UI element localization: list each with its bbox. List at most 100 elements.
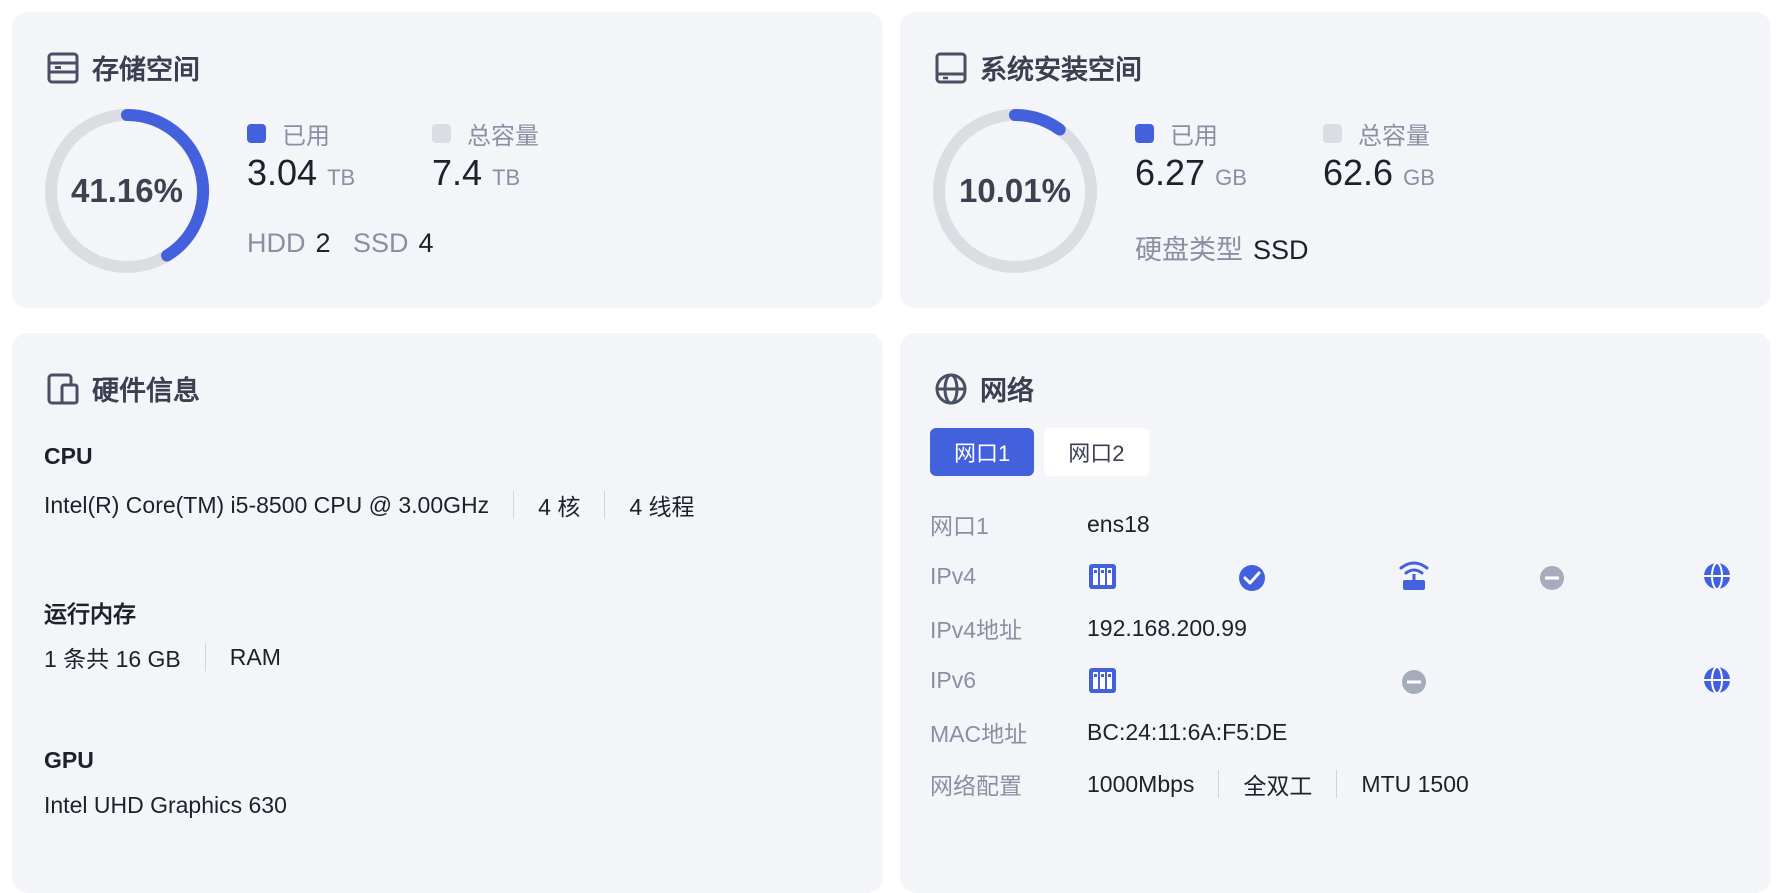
total-swatch: [432, 124, 451, 143]
ipv6-row: IPv6: [930, 662, 1087, 698]
storage-title: 存储空间: [92, 55, 200, 85]
hardware-info-card: 硬件信息 CPU Intel(R) Core(TM) i5-8500 CPU @…: [12, 333, 883, 893]
port-value: ens18: [1087, 510, 1150, 537]
storage-percent: 41.16%: [71, 172, 183, 209]
network-card: 网络 网口1 网口2 网口1 ens18 IPv4 IPv4地址 192.168…: [900, 333, 1771, 893]
storage-used-legend: 已用: [247, 116, 330, 151]
storage-card: 存储空间 41.16% 已用 总容量 3.04 TB 7.4 TB HDD 2 …: [12, 12, 883, 308]
total-unit: TB: [492, 165, 521, 190]
network-config-label: 网络配置: [930, 773, 1022, 799]
network-card-header: 网络: [934, 369, 1034, 408]
disk-type-label: 硬盘类型: [1135, 235, 1243, 265]
mac-label: MAC地址: [930, 721, 1028, 747]
mac-value: BC:24:11:6A:F5:DE: [1087, 718, 1288, 745]
globe-icon: [1704, 666, 1730, 694]
used-label: 已用: [282, 123, 330, 150]
storage-total-legend: 总容量: [432, 116, 539, 151]
ram-label: 运行内存: [44, 601, 136, 627]
ram-summary: 1 条共 16 GB: [44, 646, 181, 672]
storage-card-header: 存储空间: [46, 48, 200, 87]
ssd-value: 4: [418, 228, 434, 258]
used-swatch: [247, 124, 266, 143]
disk-type: 硬盘类型 SSD: [1135, 228, 1309, 267]
cpu-cores: 4 核: [538, 494, 581, 520]
storage-server-icon: [47, 52, 79, 83]
network-title: 网络: [980, 376, 1034, 406]
system-total-legend: 总容量: [1323, 116, 1430, 151]
gpu-label: GPU: [44, 747, 94, 773]
tab-port-1[interactable]: 网口1: [930, 428, 1035, 476]
hdd-value: 2: [315, 228, 331, 258]
ipv6-connectivity-diagram: [1089, 666, 1730, 694]
system-used-legend: 已用: [1135, 116, 1218, 151]
used-label: 已用: [1170, 123, 1218, 150]
used-unit: TB: [327, 165, 356, 190]
total-label: 总容量: [467, 123, 539, 150]
devices-icon: [47, 373, 79, 404]
ipv4-label: IPv4: [930, 562, 977, 589]
ipv4-connectivity-diagram: [1089, 561, 1730, 591]
tab-port-2[interactable]: 网口2: [1044, 428, 1149, 476]
divider: [513, 491, 515, 519]
ipv4-address-value: 192.168.200.99: [1087, 614, 1247, 641]
mac-row: MAC地址 BC:24:11:6A:F5:DE: [930, 714, 1287, 750]
network-config-values: 1000Mbps 全双工 MTU 1500: [1087, 767, 1469, 801]
hdd-label: HDD: [247, 228, 306, 258]
system-disk-icon: [935, 52, 967, 83]
system-space-card: 系统安装空间 10.01% 已用 总容量 6.27 GB 62.6 GB 硬盘类…: [900, 12, 1771, 308]
network-card-icon: [1089, 564, 1116, 589]
total-swatch: [1323, 124, 1342, 143]
hardware-title: 硬件信息: [92, 376, 200, 406]
storage-total-value: 7.4 TB: [432, 152, 520, 194]
total-unit: GB: [1403, 165, 1435, 190]
divider: [204, 643, 206, 671]
port-label: 网口1: [930, 513, 989, 539]
globe-icon: [1704, 562, 1730, 590]
cpu-label: CPU: [44, 443, 93, 469]
divider: [1336, 770, 1338, 798]
system-title: 系统安装空间: [980, 55, 1142, 85]
system-used-value: 6.27 GB: [1135, 152, 1247, 194]
total-label: 总容量: [1358, 123, 1430, 150]
gpu-info: Intel UHD Graphics 630: [44, 792, 287, 819]
network-config-row: 网络配置 1000Mbps 全双工 MTU 1500: [930, 766, 1469, 802]
check-circle-icon: [1239, 565, 1265, 591]
port-row: 网口1 ens18: [930, 506, 1150, 542]
router-icon: [1399, 561, 1429, 590]
system-card-header: 系统安装空间: [934, 48, 1142, 87]
ssd-label: SSD: [353, 228, 409, 258]
hardware-card-header: 硬件信息: [46, 369, 200, 408]
ram-type: RAM: [229, 643, 281, 670]
storage-used-value: 3.04 TB: [247, 152, 355, 194]
ipv4-address-row: IPv4地址 192.168.200.99: [930, 610, 1247, 646]
system-total-value: 62.6 GB: [1323, 152, 1435, 194]
system-percent: 10.01%: [959, 172, 1071, 209]
duplex-mode: 全双工: [1243, 773, 1313, 799]
ssd-count: SSD 4: [353, 228, 434, 259]
divider: [1218, 770, 1220, 798]
cpu-info: Intel(R) Core(TM) i5-8500 CPU @ 3.00GHz …: [44, 488, 695, 522]
ipv4-row: IPv4: [930, 558, 1087, 594]
ram-info: 1 条共 16 GB RAM: [44, 640, 281, 674]
cpu-threads: 4 线程: [629, 494, 695, 520]
ipv6-label: IPv6: [930, 666, 977, 693]
used-swatch: [1135, 124, 1154, 143]
total-number: 62.6: [1323, 152, 1394, 193]
mtu-value: MTU 1500: [1361, 770, 1469, 797]
cpu-model: Intel(R) Core(TM) i5-8500 CPU @ 3.00GHz: [44, 491, 490, 518]
disk-type-value: SSD: [1253, 235, 1309, 265]
gpu-model: Intel UHD Graphics 630: [44, 792, 287, 818]
used-number: 6.27: [1135, 152, 1206, 193]
hdd-count: HDD 2: [247, 228, 331, 259]
minus-circle-icon: [1402, 670, 1426, 694]
network-port-tabs: 网口1 网口2: [930, 428, 1159, 476]
globe-icon: [935, 373, 967, 404]
ipv4-address-label: IPv4地址: [930, 617, 1023, 643]
used-number: 3.04: [247, 152, 318, 193]
minus-circle-icon: [1540, 566, 1564, 590]
total-number: 7.4: [432, 152, 483, 193]
network-card-icon: [1089, 668, 1116, 693]
used-unit: GB: [1215, 165, 1247, 190]
link-speed: 1000Mbps: [1087, 770, 1195, 797]
divider: [604, 491, 606, 519]
